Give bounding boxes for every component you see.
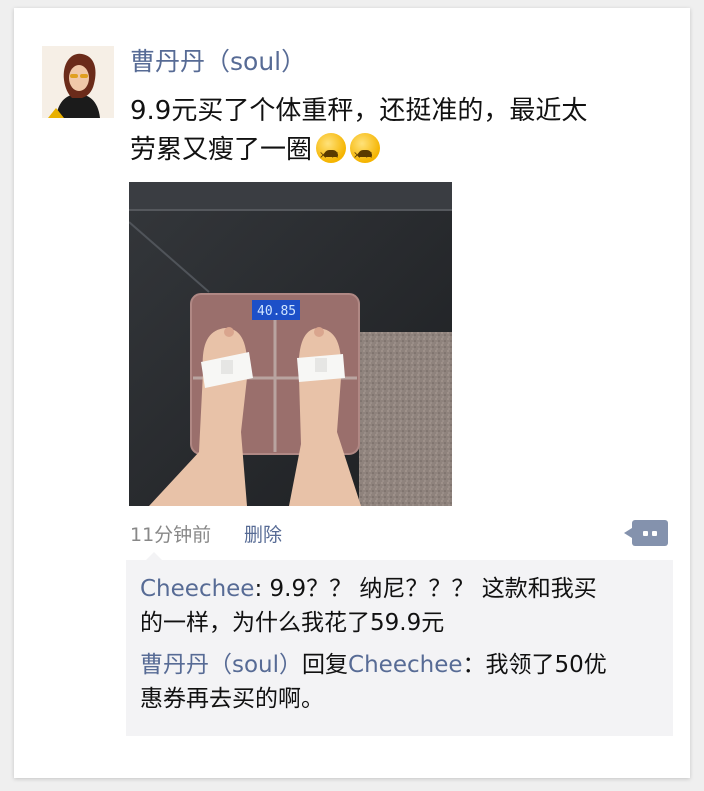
dot-icon xyxy=(652,531,657,536)
comment-text: 9.9？？ 纳尼？？？ 这款和我买 xyxy=(269,576,597,602)
reply-to-name[interactable]: Cheechee xyxy=(348,652,462,678)
post-text-line: 劳累又瘦了一圈 xyxy=(130,131,660,175)
post-username[interactable]: 曹丹丹（soul） xyxy=(130,46,306,78)
moments-post-card: 曹丹丹（soul） 9.9元买了个体重秤，还挺准的，最近太 劳累又瘦了一圈× ×… xyxy=(14,8,690,778)
comment-author[interactable]: Cheechee xyxy=(140,576,254,602)
post-text-line: 9.9元买了个体重秤，还挺准的，最近太 xyxy=(130,96,588,126)
avatar[interactable] xyxy=(42,46,114,118)
comments-panel: Cheechee: 9.9？？ 纳尼？？？ 这款和我买 的一样，为什么我花了59… xyxy=(126,552,673,736)
dot-icon xyxy=(643,531,648,536)
comment-separator: : xyxy=(254,576,270,602)
comment-line: Cheechee: 9.9？？ 纳尼？？？ 这款和我买 xyxy=(140,572,660,606)
comment-separator: ： xyxy=(462,652,486,678)
comment-item[interactable]: 曹丹丹（soul）回复Cheechee：我领了50优 惠券再去买的啊。 xyxy=(140,648,660,716)
comment-line: 曹丹丹（soul）回复Cheechee：我领了50优 xyxy=(140,648,660,682)
comment-text: 的一样，为什么我花了59.9元 xyxy=(140,610,445,636)
scale-display: 40.85 xyxy=(257,304,296,319)
post-text-fragment: 劳累又瘦了一圈 xyxy=(130,135,313,165)
avatar-image xyxy=(42,46,114,118)
reply-word: 回复 xyxy=(302,652,349,678)
delete-link[interactable]: 删除 xyxy=(244,522,282,548)
comment-item[interactable]: Cheechee: 9.9？？ 纳尼？？？ 这款和我买 的一样，为什么我花了59… xyxy=(140,572,660,640)
comment-text: 我领了50优 xyxy=(485,652,607,678)
post-text: 9.9元买了个体重秤，还挺准的，最近太 劳累又瘦了一圈 xyxy=(130,92,660,175)
tired-face-icon xyxy=(316,133,347,175)
post-time: 11分钟前 xyxy=(130,524,212,546)
comment-author[interactable]: 曹丹丹（soul） xyxy=(140,652,302,678)
tired-face-icon xyxy=(350,133,381,175)
scale-photo: 40.85 xyxy=(129,182,452,506)
comment-menu-button[interactable] xyxy=(624,520,668,546)
post-photo[interactable]: 40.85 xyxy=(129,182,452,506)
comment-text: 惠券再去买的啊。 xyxy=(140,686,324,712)
